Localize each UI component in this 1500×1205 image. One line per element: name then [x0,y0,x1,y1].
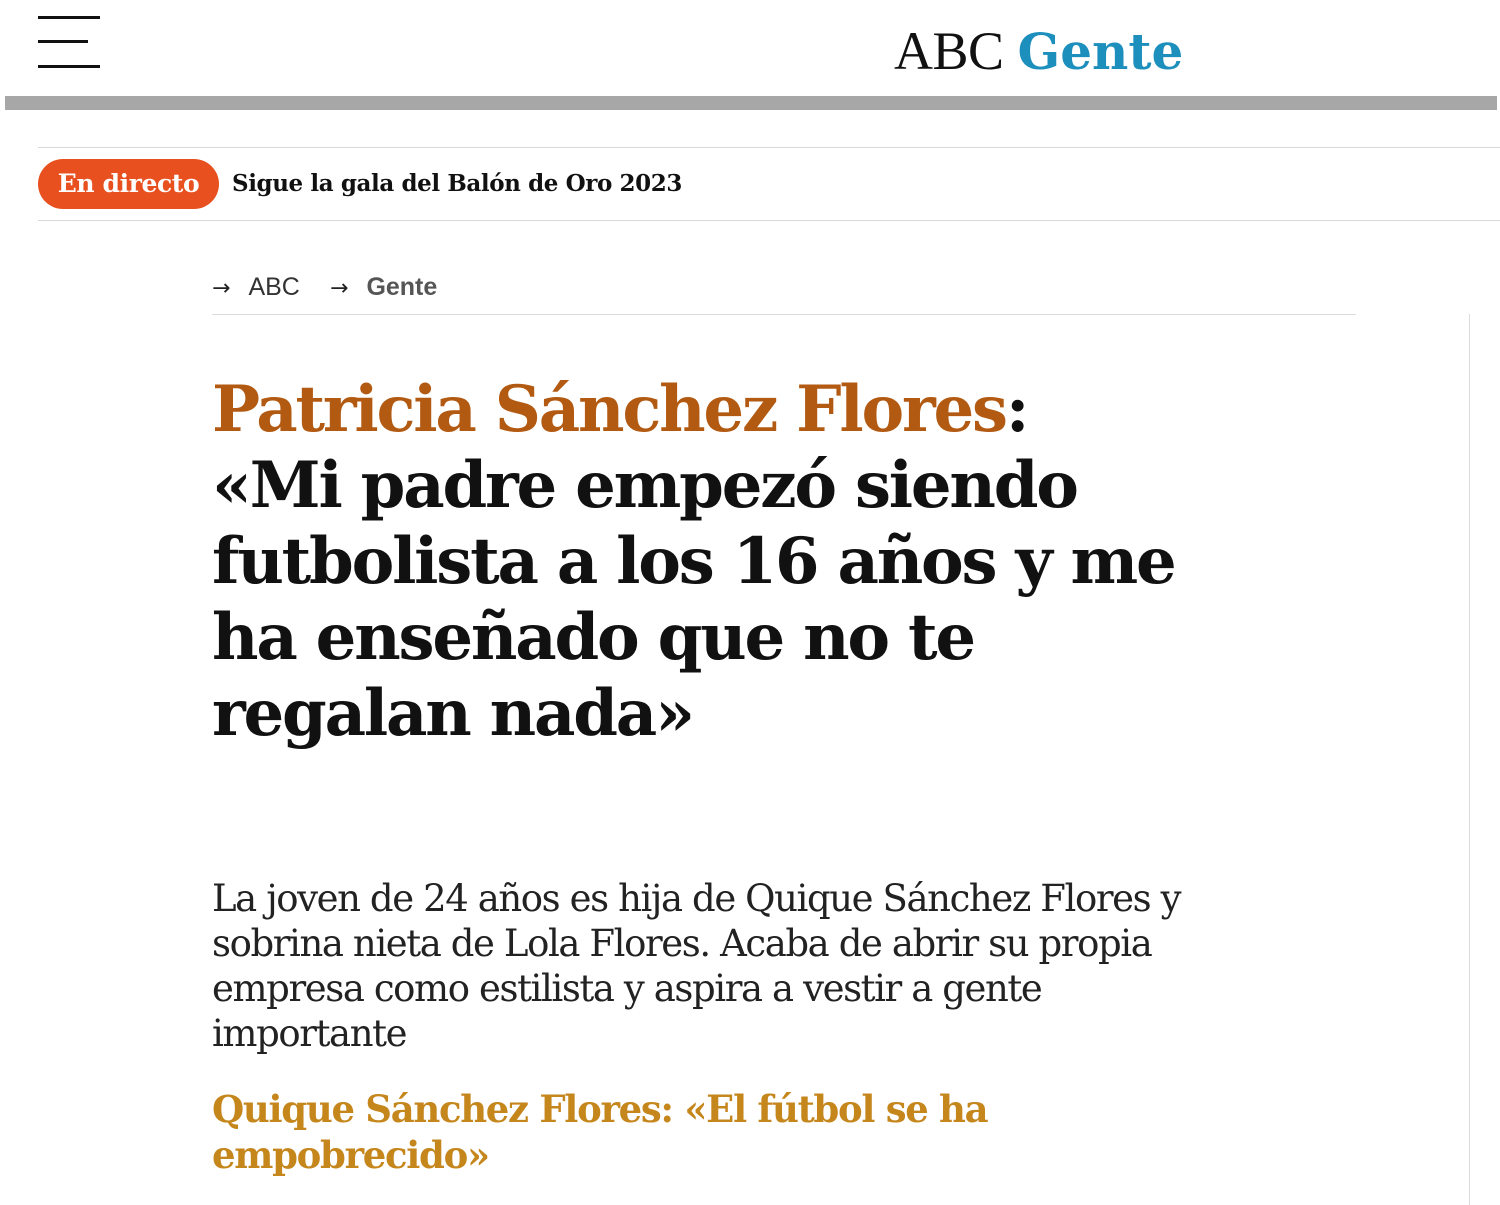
related-article-link[interactable]: Quique Sánchez Flores: «El fútbol se ha … [212,1086,1112,1178]
header-divider [5,96,1497,110]
headline-name: Patricia Sánchez Flores [212,372,1008,447]
sidebar-divider [1469,314,1470,1205]
live-strip: En directo Sigue la gala del Balón de Or… [38,147,1500,221]
site-logo[interactable]: ABC Gente [894,16,1183,86]
breadcrumb-label: ABC [248,273,300,301]
site-header: ABC Gente [0,0,1500,96]
menu-line [38,16,100,19]
section-name: Gente [1017,22,1184,81]
breadcrumb-item-gente[interactable]: → Gente [330,273,437,302]
menu-line [38,40,88,43]
right-arrow-icon: → [212,276,231,301]
breadcrumb: → ABC → Gente [212,268,1356,315]
menu-line [38,65,100,68]
article-headline: Patricia Sánchez Flores: «Mi padre empezó… [212,372,1202,752]
article-subtitle: La joven de 24 años es hija de Quique Sá… [212,877,1182,1055]
breadcrumb-label: Gente [366,273,438,301]
breadcrumb-item-abc[interactable]: → ABC [212,273,300,302]
hamburger-menu-icon[interactable] [38,16,100,70]
live-headline-link[interactable]: Sigue la gala del Balón de Oro 2023 [232,159,682,209]
headline-quote: «Mi padre empezó siendo futbolista a los… [212,448,1177,751]
brand-name: ABC [894,21,1004,81]
right-arrow-icon: → [330,276,349,301]
live-badge[interactable]: En directo [38,159,219,209]
headline-separator: : [1005,372,1030,447]
